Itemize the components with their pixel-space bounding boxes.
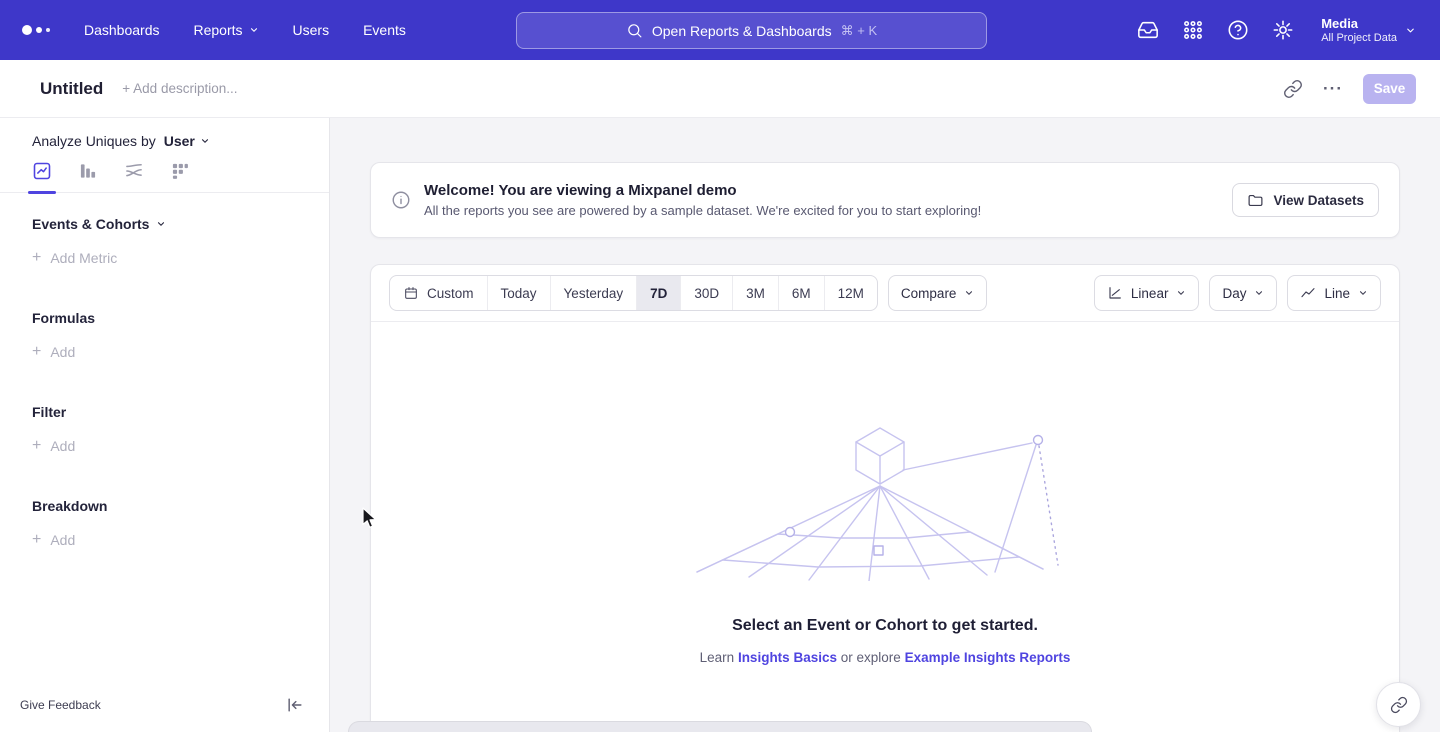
give-feedback-link[interactable]: Give Feedback [20, 698, 101, 712]
active-tab-indicator [28, 191, 56, 194]
chevron-down-icon [200, 136, 210, 146]
more-options-button[interactable]: ··· [1323, 84, 1343, 94]
tab-retention[interactable] [170, 161, 190, 193]
nav-dashboards[interactable]: Dashboards [84, 22, 160, 38]
range-yesterday[interactable]: Yesterday [550, 276, 637, 310]
search-shortcut: ⌘ + K [841, 23, 878, 39]
project-name: Media [1321, 16, 1397, 32]
global-search-bar[interactable]: Open Reports & Dashboards ⌘ + K [516, 12, 987, 49]
project-scope: All Project Data [1321, 32, 1397, 45]
report-card: Custom Today Yesterday 7D 30D 3M 6M 12M … [370, 264, 1400, 732]
sidebar-footer: Give Feedback [0, 688, 329, 732]
help-icon[interactable] [1227, 19, 1249, 41]
analyze-by-dropdown[interactable]: User [164, 133, 210, 149]
formulas-section-title: Formulas [32, 310, 329, 326]
tab-insights[interactable] [32, 161, 52, 193]
bottom-drawer-peek[interactable] [348, 721, 1092, 732]
compare-dropdown[interactable]: Compare [888, 275, 988, 311]
insights-basics-link[interactable]: Insights Basics [738, 650, 837, 665]
collapse-sidebar-icon[interactable] [285, 695, 305, 715]
nav-right-cluster: Media All Project Data [1137, 0, 1440, 60]
app-root: Dashboards Reports Users Events Open Rep… [0, 0, 1440, 732]
add-breakdown-button[interactable]: + Add [32, 532, 329, 548]
line-chart-icon [1300, 285, 1316, 301]
inbox-icon[interactable] [1137, 19, 1159, 41]
chevron-down-icon [156, 219, 166, 229]
chart-type-dropdown[interactable]: Line [1287, 275, 1381, 311]
tab-funnels[interactable] [78, 161, 98, 193]
range-6m[interactable]: 6M [778, 276, 824, 310]
chart-empty-state: Select an Event or Cohort to get started… [371, 322, 1399, 732]
axes-icon [1107, 285, 1123, 301]
range-3m[interactable]: 3M [732, 276, 778, 310]
nav-users[interactable]: Users [293, 22, 330, 38]
empty-state-subtitle: Learn Insights Basics or explore Example… [700, 650, 1071, 665]
range-today[interactable]: Today [487, 276, 550, 310]
project-switcher[interactable]: Media All Project Data [1321, 16, 1416, 45]
plus-icon: + [32, 345, 41, 359]
report-header-actions: ··· Save [1283, 74, 1440, 104]
view-datasets-button[interactable]: View Datasets [1232, 183, 1379, 217]
range-30d[interactable]: 30D [680, 276, 732, 310]
report-type-tabs [0, 149, 329, 193]
report-title[interactable]: Untitled [40, 79, 103, 99]
search-icon [626, 22, 643, 39]
chevron-down-icon [964, 286, 974, 301]
plus-icon: + [32, 251, 41, 265]
top-nav: Dashboards Reports Users Events Open Rep… [0, 0, 1440, 60]
search-placeholder: Open Reports & Dashboards [652, 23, 832, 39]
share-link-fab[interactable] [1376, 682, 1421, 727]
plus-icon: + [32, 439, 41, 453]
plus-icon: + [32, 533, 41, 547]
filter-section-title: Filter [32, 404, 329, 420]
analyze-label: Analyze Uniques by [32, 133, 156, 149]
nav-events[interactable]: Events [363, 22, 406, 38]
breakdown-section-title: Breakdown [32, 498, 329, 514]
chart-display-controls: Linear Day Line [1094, 275, 1381, 311]
chevron-down-icon [1358, 286, 1368, 301]
copy-link-icon[interactable] [1283, 79, 1303, 99]
chevron-down-icon [1254, 286, 1264, 301]
link-icon [1390, 696, 1408, 714]
report-header: Untitled + Add description... ··· Save [0, 60, 1440, 118]
primary-nav: Dashboards Reports Users Events [84, 22, 406, 38]
save-button[interactable]: Save [1363, 74, 1416, 104]
settings-gear-icon[interactable] [1272, 19, 1294, 41]
chevron-down-icon [249, 25, 259, 35]
range-12m[interactable]: 12M [824, 276, 877, 310]
example-insights-reports-link[interactable]: Example Insights Reports [905, 650, 1071, 665]
calendar-icon [403, 285, 419, 301]
add-filter-button[interactable]: + Add [32, 438, 329, 454]
apps-grid-icon[interactable] [1182, 19, 1204, 41]
mixpanel-logo[interactable] [22, 25, 50, 35]
range-custom[interactable]: Custom [390, 276, 487, 310]
range-7d[interactable]: 7D [636, 276, 680, 310]
analyze-uniques-row: Analyze Uniques by User [0, 118, 329, 149]
main-content: Welcome! You are viewing a Mixpanel demo… [330, 118, 1440, 732]
interval-dropdown[interactable]: Day [1209, 275, 1277, 311]
chevron-down-icon [1405, 25, 1416, 36]
add-metric-button[interactable]: + Add Metric [32, 250, 329, 266]
date-range-segmented-control: Custom Today Yesterday 7D 30D 3M 6M 12M [389, 275, 878, 311]
welcome-banner: Welcome! You are viewing a Mixpanel demo… [370, 162, 1400, 238]
chevron-down-icon [1176, 286, 1186, 301]
empty-state-title: Select an Event or Cohort to get started… [732, 617, 1038, 635]
banner-text: Welcome! You are viewing a Mixpanel demo… [424, 182, 981, 218]
events-cohorts-section[interactable]: Events & Cohorts [32, 216, 329, 232]
add-description-field[interactable]: + Add description... [122, 81, 237, 96]
folder-icon [1247, 192, 1264, 209]
banner-title: Welcome! You are viewing a Mixpanel demo [424, 182, 981, 199]
nav-reports[interactable]: Reports [194, 22, 259, 38]
add-formula-button[interactable]: + Add [32, 344, 329, 360]
query-builder-sidebar: Analyze Uniques by User Events & Cohorts [0, 118, 330, 732]
banner-subtitle: All the reports you see are powered by a… [424, 203, 981, 218]
chart-controls: Custom Today Yesterday 7D 30D 3M 6M 12M … [371, 265, 1399, 322]
scale-dropdown[interactable]: Linear [1094, 275, 1200, 311]
tab-flows[interactable] [124, 161, 144, 193]
info-icon [391, 190, 411, 210]
empty-state-illustration [695, 426, 1075, 581]
